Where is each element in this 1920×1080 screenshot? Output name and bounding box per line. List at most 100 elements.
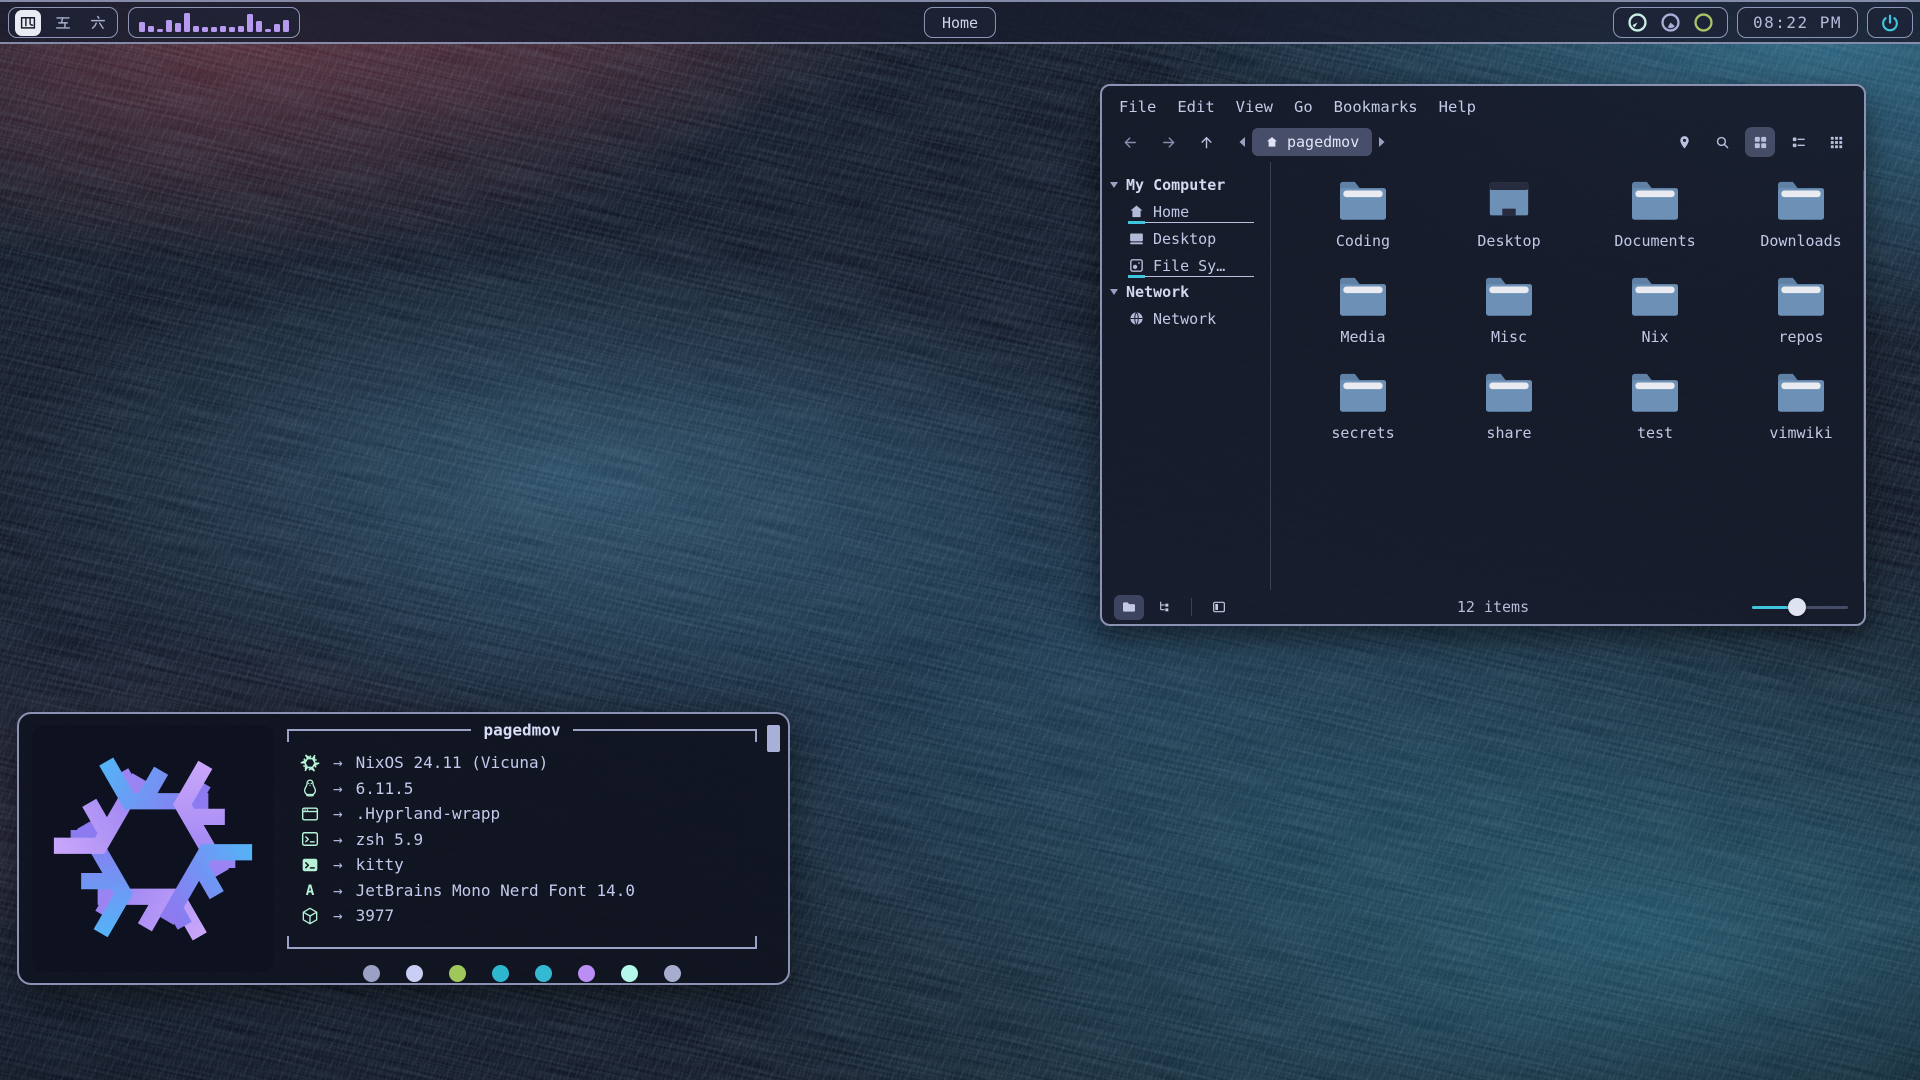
package-cube-icon xyxy=(300,906,320,926)
fm-body: My ComputerHomeDesktopFile Sy…NetworkNet… xyxy=(1102,162,1864,590)
up-button[interactable] xyxy=(1191,127,1221,157)
folder-repos[interactable]: repos xyxy=(1731,274,1871,346)
terminal-window[interactable]: pagedmov →NixOS 24.11 (Vicuna)→6.11.5→.H… xyxy=(17,712,790,985)
menu-bookmarks[interactable]: Bookmarks xyxy=(1334,98,1418,116)
menu-go[interactable]: Go xyxy=(1294,98,1313,116)
audio-visualizer xyxy=(128,7,300,38)
chevron-left-icon xyxy=(1238,136,1246,148)
nixos-logo-tile xyxy=(32,725,274,972)
folder-icon xyxy=(1482,274,1536,320)
sidebar-group-network[interactable]: Network xyxy=(1102,279,1270,305)
sidebar-item-network[interactable]: Network xyxy=(1102,305,1270,332)
path-scroll-right[interactable] xyxy=(1377,135,1387,149)
compact-view-icon xyxy=(1790,134,1807,151)
fastfetch-box-bottom xyxy=(287,935,757,949)
sidebar-group-my-computer[interactable]: My Computer xyxy=(1102,172,1270,198)
sidebar-item-filesy[interactable]: File Sy… xyxy=(1102,252,1270,279)
arrow-right-icon: → xyxy=(333,906,343,925)
fastfetch-row: →6.11.5 xyxy=(300,778,751,799)
zoom-slider[interactable] xyxy=(1752,595,1848,619)
folder-test[interactable]: test xyxy=(1585,370,1725,442)
zoom-slider-knob[interactable] xyxy=(1788,598,1806,616)
workspace-3[interactable] xyxy=(85,10,111,36)
folder-media[interactable]: Media xyxy=(1293,274,1433,346)
box-corner xyxy=(287,936,298,949)
folder-downloads[interactable]: Downloads xyxy=(1731,178,1871,250)
arrow-right-icon: → xyxy=(333,830,343,849)
folder-desktop[interactable]: Desktop xyxy=(1439,178,1579,250)
path-bar: pagedmov xyxy=(1237,128,1387,156)
fastfetch-value: JetBrains Mono Nerd Font 14.0 xyxy=(356,881,635,900)
fastfetch-value: kitty xyxy=(356,855,404,874)
folder-label: Coding xyxy=(1336,232,1390,250)
search-icon xyxy=(1714,134,1731,151)
folder-documents[interactable]: Documents xyxy=(1585,178,1725,250)
menu-help[interactable]: Help xyxy=(1439,98,1476,116)
file-manager-window[interactable]: File Edit View Go Bookmarks Help pagedmov xyxy=(1100,84,1866,626)
folder-icon xyxy=(1774,370,1828,416)
workspace-2[interactable] xyxy=(50,10,76,36)
folder-share[interactable]: share xyxy=(1439,370,1579,442)
fastfetch-row: → 3977 xyxy=(300,905,751,926)
folder-nix[interactable]: Nix xyxy=(1585,274,1725,346)
collapse-triangle-icon xyxy=(1110,182,1118,188)
folder-vimwiki[interactable]: vimwiki xyxy=(1731,370,1871,442)
arrow-right-icon: → xyxy=(333,753,343,772)
detail-view-button[interactable] xyxy=(1821,127,1851,157)
sidebar-item-label: File Sy… xyxy=(1153,257,1225,275)
fastfetch-value: 6.11.5 xyxy=(356,779,414,798)
home-icon xyxy=(1128,203,1145,220)
workspace-1[interactable] xyxy=(15,10,41,36)
shell-prompt-icon xyxy=(300,829,320,849)
path-segment-button[interactable]: pagedmov xyxy=(1252,128,1372,156)
nixos-logo xyxy=(48,744,258,954)
detail-view-icon xyxy=(1828,134,1845,151)
folder-label: share xyxy=(1486,424,1531,442)
tree-view-button[interactable] xyxy=(1149,595,1179,620)
clock-label: 08:22 PM xyxy=(1753,13,1842,32)
fastfetch-row: →JetBrains Mono Nerd Font 14.0 xyxy=(300,880,751,901)
grid-view-icon xyxy=(1752,134,1769,151)
clock[interactable]: 08:22 PM xyxy=(1737,7,1858,38)
folder-secrets[interactable]: secrets xyxy=(1293,370,1433,442)
forward-button[interactable] xyxy=(1153,127,1183,157)
back-button[interactable] xyxy=(1115,127,1145,157)
location-button[interactable] xyxy=(1669,127,1699,157)
workspace-glyph-icon xyxy=(19,14,37,32)
fastfetch-output: pagedmov →NixOS 24.11 (Vicuna)→6.11.5→.H… xyxy=(287,729,757,982)
top-bar-left xyxy=(8,7,300,38)
sidebar-item-desktop[interactable]: Desktop xyxy=(1102,225,1270,252)
sidebar-item-home[interactable]: Home xyxy=(1102,198,1270,225)
box-corner xyxy=(287,729,298,742)
toggle-sidebar-button[interactable] xyxy=(1204,595,1234,620)
folder-mini-icon xyxy=(1121,599,1137,615)
active-window-title[interactable]: Home xyxy=(924,7,996,38)
workspace-switcher[interactable] xyxy=(8,7,118,38)
fastfetch-value: .Hyprland-wrapp xyxy=(356,804,501,823)
menu-view[interactable]: View xyxy=(1236,98,1273,116)
show-files-button[interactable] xyxy=(1114,595,1144,620)
folder-label: vimwiki xyxy=(1769,424,1832,442)
compact-view-button[interactable] xyxy=(1783,127,1813,157)
palette-dot-3 xyxy=(449,965,466,982)
sidebar-item-label: Network xyxy=(1153,310,1216,328)
gauge-lavender-icon xyxy=(1659,11,1682,34)
visualizer-bar xyxy=(238,26,244,32)
path-scroll-left[interactable] xyxy=(1237,135,1247,149)
palette-dot-1 xyxy=(363,965,380,982)
search-button[interactable] xyxy=(1707,127,1737,157)
files-scrollbar[interactable] xyxy=(1863,170,1866,582)
palette-dot-5 xyxy=(535,965,552,982)
fm-toolbar: pagedmov xyxy=(1102,122,1864,162)
folder-coding[interactable]: Coding xyxy=(1293,178,1433,250)
icon-view-button[interactable] xyxy=(1745,127,1775,157)
menu-file[interactable]: File xyxy=(1119,98,1156,116)
power-button[interactable] xyxy=(1867,7,1913,38)
folder-misc[interactable]: Misc xyxy=(1439,274,1579,346)
folder-icon xyxy=(1336,178,1390,224)
folder-label: repos xyxy=(1778,328,1823,346)
fastfetch-value: 3977 xyxy=(356,906,395,925)
box-line xyxy=(298,729,471,731)
menu-edit[interactable]: Edit xyxy=(1177,98,1214,116)
folder-icon xyxy=(1336,370,1390,416)
